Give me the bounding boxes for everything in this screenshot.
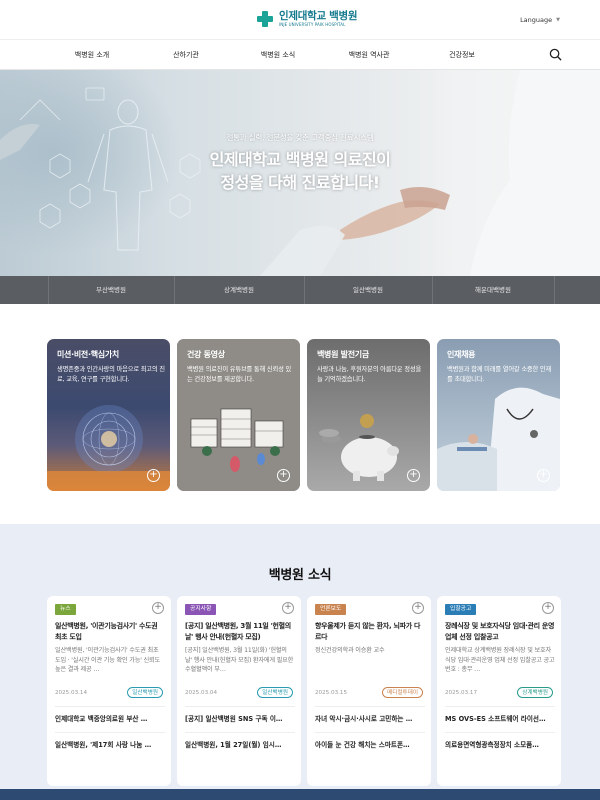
news-card[interactable]: 입찰공고 + 장례식장 및 보호자식당 임대·관리 운영 업체 선정 입찰공고인제대… xyxy=(437,596,561,786)
footer-strip xyxy=(0,789,600,800)
news-date: 2025.03.04 xyxy=(185,690,218,696)
plus-icon[interactable]: + xyxy=(152,602,164,614)
nav-item-news[interactable]: 백병원 소식 xyxy=(261,50,295,60)
news-source-badge: 일산백병원 xyxy=(127,687,163,698)
hero-title-line1: 인제대학교 백병원 의료진이 xyxy=(209,150,391,169)
news-category-badge: 입찰공고 xyxy=(445,604,477,615)
news-source-badge: 메디컬투데이 xyxy=(382,687,423,698)
hero-subtitle: 전통과 실력, 전문성을 갖춘 고객중심 진료시스템 xyxy=(226,133,374,142)
card-description: 백병원 의료진이 유튜브를 통해 신뢰성 있는 건강정보를 제공합니다. xyxy=(187,366,292,383)
news-headline[interactable]: 향우울제가 듣지 않는 환자, 뇌파가 다르다 xyxy=(315,621,425,642)
news-card[interactable]: 언론보도 + 향우울제가 듣지 않는 환자, 뇌파가 다르다정신건강의학과 이승환 … xyxy=(307,596,431,786)
news-source-badge: 상계백병원 xyxy=(517,687,553,698)
hero-title-line2: 정성을 다해 진료합니다! xyxy=(220,173,380,193)
news-category-badge: 언론보도 xyxy=(315,604,347,615)
hospital-logo[interactable]: 인제대학교 백병원 INJE UNIVERSITY PAIK HOSPITAL xyxy=(256,9,358,28)
card-health-video[interactable]: 건강 동영상 백병원 의료진이 유튜브를 통해 신뢰성 있는 건강정보를 제공합… xyxy=(177,339,300,491)
news-category-badge: 공지사항 xyxy=(185,604,217,615)
news-list-item[interactable]: 자녀 악시·금시·사시로 고민하는 … xyxy=(315,713,425,723)
news-list-item[interactable]: 의료용면역형광측정장치 소모품… xyxy=(445,739,555,749)
divider xyxy=(55,706,165,707)
plus-icon[interactable]: + xyxy=(277,469,290,482)
logo-korean-text: 인제대학교 백병원 xyxy=(279,9,358,22)
news-card[interactable]: 뉴스 + 일산백병원, '이관기능검사기' 수도권 최초 도입일산백병원, '이관기… xyxy=(47,596,171,786)
news-list-item[interactable]: 인제대학교 백중앙의료원 부산 … xyxy=(55,713,165,723)
nav-item-health-info[interactable]: 건강정보 xyxy=(449,50,475,60)
news-list-item[interactable]: 일산백병원, 1월 27일(월) 임시… xyxy=(185,739,295,749)
card-title: 인재채용 xyxy=(447,350,476,359)
plus-icon[interactable]: + xyxy=(412,602,424,614)
card-description: 사랑과 나눔, 후원자분의 아름다운 정성을 늘 기억하겠습니다. xyxy=(317,366,422,383)
card-title: 미션·비전·핵심가치 xyxy=(57,350,119,359)
plus-icon[interactable]: + xyxy=(147,469,160,482)
news-list-item[interactable]: [공지] 일산백병원 SNS 구독 이… xyxy=(185,713,295,723)
plus-icon[interactable]: + xyxy=(542,602,554,614)
main-nav: 백병원 소개 산하기관 백병원 소식 백병원 역사관 건강정보 xyxy=(0,40,600,70)
news-summary: [공지] 일산백병원, 3월 11일(화) '헌혈의 날' 행사 안내(헌혈자 … xyxy=(185,647,294,674)
hospital-link-sanggye[interactable]: 상계백병원 xyxy=(174,276,304,304)
divider xyxy=(554,276,555,304)
nav-item-affiliates[interactable]: 산하기관 xyxy=(173,50,199,60)
card-title: 백병원 발전기금 xyxy=(317,350,369,359)
card-recruitment[interactable]: 인재채용 백병원과 함께 미래를 열어갈 소중한 인재를 초대합니다. + xyxy=(437,339,560,491)
news-source-badge: 일산백병원 xyxy=(257,687,293,698)
divider xyxy=(185,706,295,707)
card-description: 생명존중과 인간사랑의 마음으로 최고의 진료, 교육, 연구를 구현합니다. xyxy=(57,366,165,383)
news-date: 2025.03.14 xyxy=(55,690,88,696)
news-summary: 일산백병원, '이관기능검사기' 수도권 최초 도입 · '실시간 이관 기능 … xyxy=(55,647,161,674)
cross-logo-icon xyxy=(256,10,274,28)
news-category-badge: 뉴스 xyxy=(55,604,76,615)
card-description: 백병원과 함께 미래를 열어갈 소중한 인재를 초대합니다. xyxy=(447,366,552,383)
plus-icon[interactable]: + xyxy=(407,469,420,482)
news-summary: 인제대학교 상계백병원 장례식장 및 보호자식당 임대·관리운영 업체 선정 입… xyxy=(445,647,555,674)
divider xyxy=(185,732,295,733)
divider xyxy=(445,706,555,707)
card-mission[interactable]: 미션·비전·핵심가치 생명존중과 인간사랑의 마음으로 최고의 진료, 교육, … xyxy=(47,339,170,491)
hospital-links-bar: 부산백병원 상계백병원 일산백병원 해운대백병원 xyxy=(0,276,600,304)
hospital-link-ilsan[interactable]: 일산백병원 xyxy=(304,276,432,304)
news-headline[interactable]: 장례식장 및 보호자식당 임대·관리 운영 업체 선정 입찰공고 xyxy=(445,621,555,642)
chevron-down-icon: ▼ xyxy=(556,17,560,23)
news-date: 2025.03.17 xyxy=(445,690,478,696)
language-label: Language xyxy=(520,16,553,24)
hospital-link-haeundae[interactable]: 해운대백병원 xyxy=(432,276,554,304)
card-development-fund[interactable]: 백병원 발전기금 사랑과 나눔, 후원자분의 아름다운 정성을 늘 기억하겠습니… xyxy=(307,339,430,491)
divider xyxy=(55,732,165,733)
news-section: 백병원 소식 뉴스 + 일산백병원, '이관기능검사기' 수도권 최초 도입일산백병… xyxy=(0,524,600,800)
news-headline[interactable]: [공지] 일산백병원, 3월 11일 '헌혈의 날' 행사 안내(헌혈자 모집) xyxy=(185,621,295,642)
plus-icon[interactable]: + xyxy=(537,469,550,482)
logo-english-text: INJE UNIVERSITY PAIK HOSPITAL xyxy=(279,22,346,28)
plus-icon[interactable]: + xyxy=(282,602,294,614)
news-list-item[interactable]: MS OVS-ES 소프트웨어 라이선… xyxy=(445,713,555,723)
site-header: 인제대학교 백병원 INJE UNIVERSITY PAIK HOSPITAL … xyxy=(0,0,600,40)
divider xyxy=(315,706,425,707)
hero-banner: 전통과 실력, 전문성을 갖춘 고객중심 진료시스템 인제대학교 백병원 의료진… xyxy=(0,70,600,276)
feature-cards-section: 미션·비전·핵심가치 생명존중과 인간사랑의 마음으로 최고의 진료, 교육, … xyxy=(0,304,600,524)
divider xyxy=(445,732,555,733)
news-card[interactable]: 공지사항 + [공지] 일산백병원, 3월 11일 '헌혈의 날' 행사 안내(헌혈… xyxy=(177,596,301,786)
nav-item-history[interactable]: 백병원 역사관 xyxy=(349,50,390,60)
divider xyxy=(315,732,425,733)
news-section-title: 백병원 소식 xyxy=(268,568,332,583)
news-list-item[interactable]: 아이들 눈 건강 해치는 스마트폰… xyxy=(315,739,425,749)
news-headline[interactable]: 일산백병원, '이관기능검사기' 수도권 최초 도입 xyxy=(55,621,165,642)
language-selector[interactable]: Language ▼ xyxy=(520,16,560,24)
hero-title: 인제대학교 백병원 의료진이 정성을 다해 진료합니다! xyxy=(0,148,600,194)
nav-item-about[interactable]: 백병원 소개 xyxy=(75,50,109,60)
card-title: 건강 동영상 xyxy=(187,350,225,359)
news-summary: 정신건강의학과 이승환 교수 xyxy=(315,647,385,654)
hospital-link-busan[interactable]: 부산백병원 xyxy=(48,276,174,304)
search-icon[interactable] xyxy=(549,48,562,61)
news-date: 2025.03.15 xyxy=(315,690,348,696)
news-list-item[interactable]: 일산백병원, '제17회 사랑 나눔 … xyxy=(55,739,165,749)
